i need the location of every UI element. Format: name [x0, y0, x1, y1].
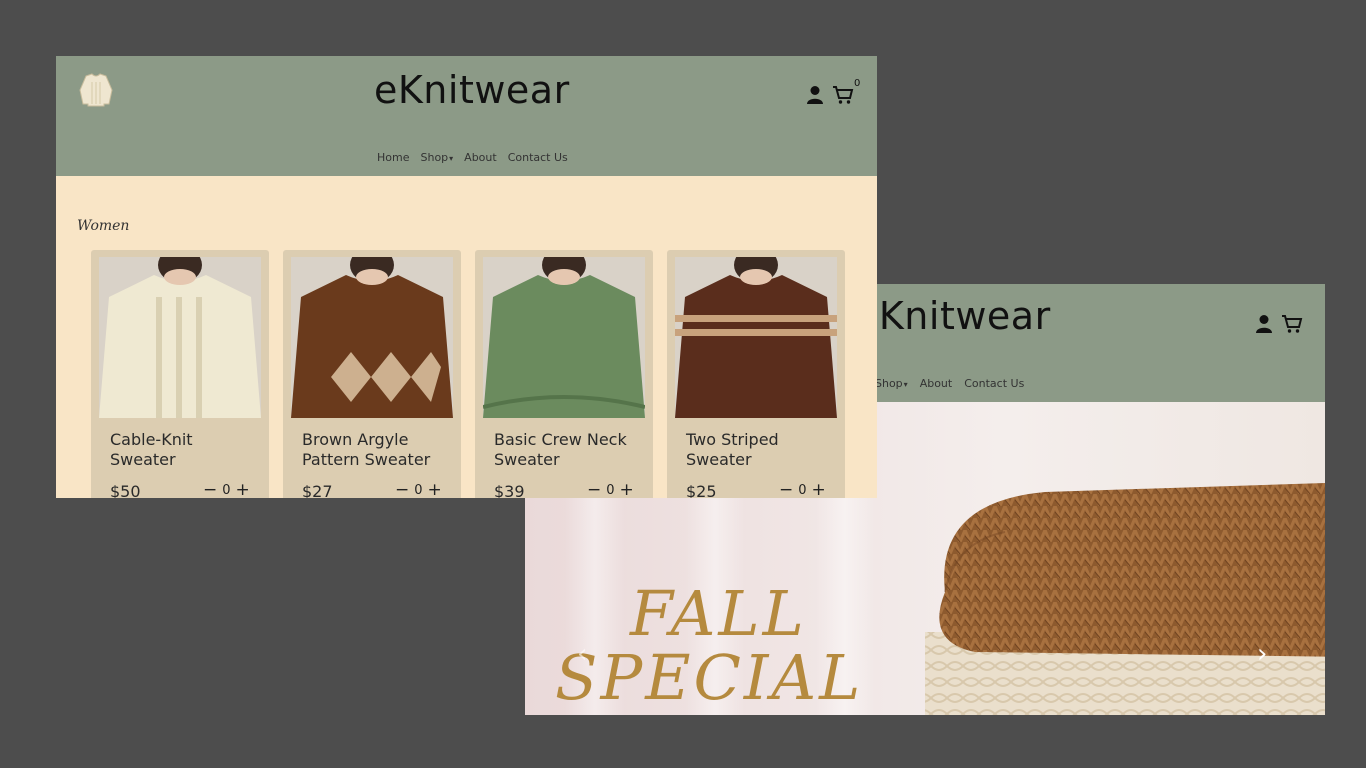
quantity-stepper: −0 + [779, 482, 826, 499]
nav-label: Contact Us [507, 151, 568, 164]
nav-label: About [919, 377, 953, 390]
hero-line-1: FALL [630, 577, 807, 650]
brand-title[interactable]: eKnitwear [855, 294, 1051, 338]
product-name[interactable]: Brown Argyle Pattern Sweater [302, 430, 452, 470]
nav-contact-us[interactable]: Contact Us [964, 377, 1024, 390]
product-card[interactable]: Basic Crew Neck Sweater $39 −0 + [475, 250, 653, 498]
carousel-next-icon[interactable]: › [1257, 639, 1267, 669]
quantity-value: 0 [414, 482, 423, 498]
quantity-stepper: −0 + [203, 482, 250, 499]
brand-title[interactable]: eKnitwear [374, 68, 570, 112]
caret-down-icon: ▾ [903, 380, 908, 389]
product-name[interactable]: Basic Crew Neck Sweater [494, 430, 644, 470]
quantity-value: 0 [606, 482, 615, 498]
shop-window: eKnitwear 0 Home Shop▾ About Contact Us Wom… [56, 56, 877, 498]
hero-line-2: SPECIAL [555, 641, 864, 714]
plus-icon[interactable]: + [428, 482, 442, 499]
nav-shop[interactable]: Shop▾ [420, 151, 453, 164]
cart-icon[interactable] [1281, 314, 1303, 334]
minus-icon[interactable]: − [395, 482, 409, 499]
header-icons [1255, 314, 1303, 334]
product-image[interactable] [291, 257, 453, 418]
product-image[interactable] [675, 257, 837, 418]
product-price: $27 [302, 482, 333, 498]
product-card[interactable]: Two Striped Sweater $25 −0 + [667, 250, 845, 498]
product-grid: Cable-Knit Sweater $50−0 + Brown Argyle Pat… [91, 250, 845, 498]
product-card[interactable]: Brown Argyle Pattern Sweater $27 −0 + [283, 250, 461, 498]
hero-headline: FALL SPECIAL [555, 582, 863, 710]
user-icon[interactable] [1255, 314, 1273, 334]
quantity-stepper: −0 + [395, 482, 442, 499]
nav-label: Home [377, 151, 410, 164]
cart-icon[interactable] [832, 84, 854, 106]
nav-label: Shop [875, 377, 903, 390]
plus-icon[interactable]: + [620, 482, 634, 499]
minus-icon[interactable]: − [779, 482, 793, 499]
user-icon[interactable] [806, 84, 824, 106]
nav-about[interactable]: About [920, 377, 953, 390]
minus-icon[interactable]: − [203, 482, 217, 499]
caret-down-icon: ▾ [449, 154, 454, 163]
plus-icon[interactable]: + [236, 482, 250, 499]
nav-label: About [464, 151, 497, 164]
product-price: $25 [686, 482, 717, 498]
sweater-image [925, 482, 1325, 715]
product-name[interactable]: Cable-Knit Sweater [110, 430, 260, 470]
nav-contact-us[interactable]: Contact Us [508, 151, 568, 164]
nav-home[interactable]: Home [377, 151, 409, 164]
main-nav: Shop▾ About Contact Us [875, 377, 1024, 390]
logo-sweater-icon[interactable] [76, 70, 116, 110]
section-title: Women [77, 218, 130, 234]
quantity-value: 0 [798, 482, 807, 498]
quantity-stepper: −0 + [587, 482, 634, 499]
product-image[interactable] [483, 257, 645, 418]
site-header: eKnitwear 0 Home Shop▾ About Contact Us [56, 56, 877, 176]
carousel-prev-icon[interactable]: ‹ [577, 639, 587, 669]
product-image[interactable] [99, 257, 261, 418]
header-icons [806, 84, 854, 106]
product-card[interactable]: Cable-Knit Sweater $50 −0 + [91, 250, 269, 498]
minus-icon[interactable]: − [587, 482, 601, 499]
product-name[interactable]: Two Striped Sweater [686, 430, 836, 470]
nav-about[interactable]: About [464, 151, 497, 164]
quantity-value: 0 [222, 482, 231, 498]
nav-label: Shop [420, 151, 449, 164]
product-price: $50 [110, 482, 141, 498]
plus-icon[interactable]: + [812, 482, 826, 499]
nav-label: Contact Us [964, 377, 1025, 390]
nav-shop[interactable]: Shop▾ [875, 377, 908, 390]
main-nav: Home Shop▾ About Contact Us [377, 151, 568, 164]
cart-count-badge: 0 [854, 78, 861, 89]
product-price: $39 [494, 482, 525, 498]
